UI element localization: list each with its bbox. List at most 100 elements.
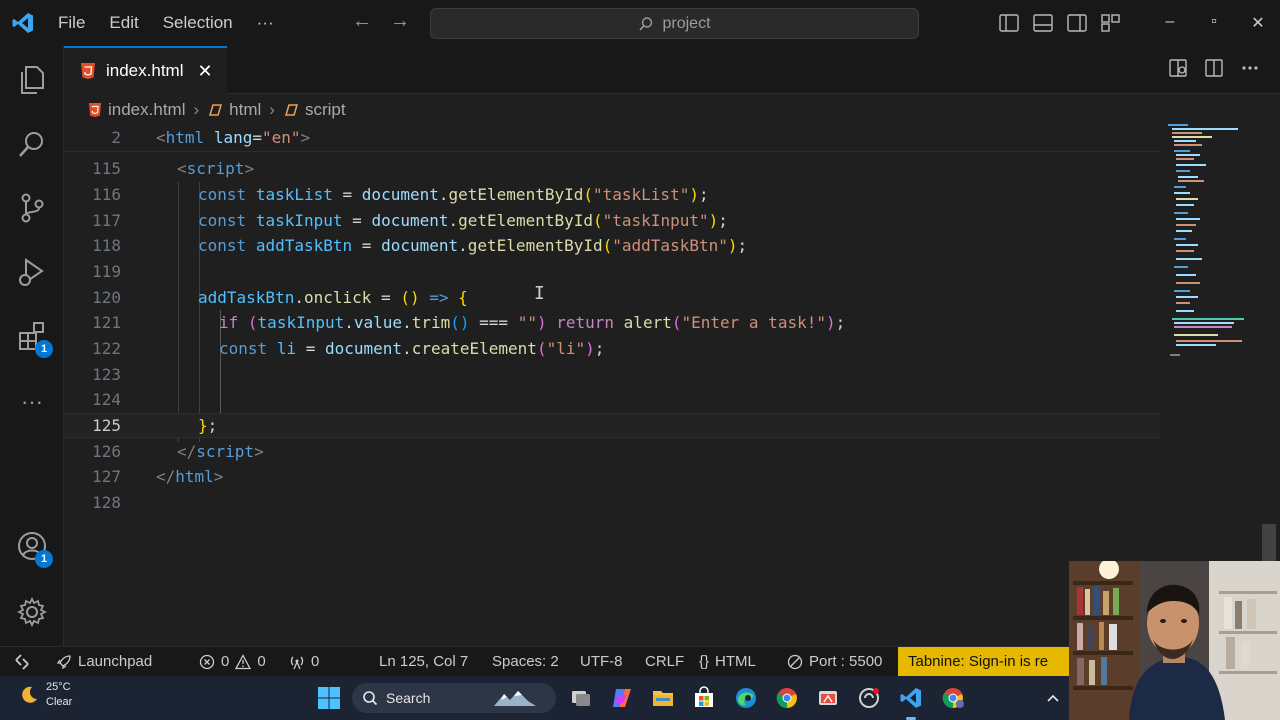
code-line-123[interactable]: 123 <box>64 362 1160 387</box>
snipping-tool-icon[interactable] <box>812 682 844 714</box>
taskbar-search[interactable]: Search <box>352 683 556 713</box>
windows-start-icon[interactable] <box>313 682 345 714</box>
code-line-117[interactable]: 117 const taskInput = document.getElemen… <box>64 208 1160 233</box>
symbol-element-icon <box>209 104 223 116</box>
microsoft-store-icon[interactable] <box>688 682 720 714</box>
port-label: Port : 5500 <box>809 653 883 670</box>
code-line-126[interactable]: 126 </script> <box>64 439 1160 464</box>
code-line-119[interactable]: 119 <box>64 259 1160 284</box>
activity-bar: 1 ··· 1 <box>0 46 64 646</box>
code-text: <script> <box>177 159 255 178</box>
toggle-panel-icon[interactable] <box>1026 0 1060 46</box>
code-line-115[interactable]: 115 <script> <box>64 156 1160 181</box>
problems-status[interactable]: 0 0 <box>199 647 266 676</box>
code-line-118[interactable]: 118 const addTaskBtn = document.getEleme… <box>64 233 1160 258</box>
settings-gear-icon[interactable] <box>0 584 64 640</box>
code-line-121[interactable]: 121 if (taskInput.value.trim() === "") r… <box>64 310 1160 335</box>
accounts-icon[interactable]: 1 <box>0 518 64 574</box>
tab-label: index.html <box>106 61 184 80</box>
more-views-icon[interactable]: ··· <box>0 374 64 430</box>
no-entry-icon <box>787 654 803 669</box>
code-line-128[interactable]: 128 <box>64 490 1160 515</box>
minimap[interactable] <box>1164 122 1254 372</box>
moon-icon <box>22 686 37 703</box>
cursor-position[interactable]: Ln 125, Col 7 <box>379 647 468 676</box>
line-number: 117 <box>92 211 121 230</box>
copilot-icon[interactable] <box>606 682 638 714</box>
remote-indicator-icon[interactable] <box>0 647 44 676</box>
line-number: 127 <box>92 467 121 486</box>
split-editor-icon[interactable] <box>1204 58 1224 78</box>
breadcrumb-script[interactable]: script <box>305 100 346 120</box>
code-line-116[interactable]: 116 const taskList = document.getElement… <box>64 182 1160 207</box>
chevron-up-icon[interactable] <box>1037 682 1069 714</box>
breadcrumb-html[interactable]: html <box>229 100 261 120</box>
vertical-scrollbar-thumb[interactable] <box>1262 524 1276 562</box>
github-desktop-icon[interactable] <box>853 682 885 714</box>
launchpad-status[interactable]: Launchpad <box>56 647 152 676</box>
live-server-port[interactable]: Port : 5500 <box>787 647 882 676</box>
chrome-profile-icon[interactable] <box>937 682 969 714</box>
vscode-taskbar-icon[interactable] <box>895 682 927 714</box>
editor-tab-bar: index.html ✕ <box>64 46 1280 94</box>
back-arrow-icon[interactable]: ← <box>352 10 372 33</box>
command-center-search[interactable]: project <box>430 8 919 39</box>
code-line-120[interactable]: 120 addTaskBtn.onclick = () => { <box>64 285 1160 310</box>
menu-bar: File Edit Selection ··· <box>46 13 286 33</box>
more-actions-icon[interactable] <box>1240 58 1260 78</box>
eol-status[interactable]: CRLF <box>645 647 684 676</box>
code-text: </script> <box>177 442 264 461</box>
run-debug-icon[interactable] <box>0 244 64 300</box>
edge-browser-icon[interactable] <box>730 682 762 714</box>
tabnine-status[interactable]: Tabnine: Sign-in is re <box>898 647 1070 676</box>
close-window-button[interactable]: ✕ <box>1236 13 1280 33</box>
open-preview-icon[interactable] <box>1168 58 1188 78</box>
menu-selection[interactable]: Selection <box>151 13 245 33</box>
search-icon <box>363 691 378 706</box>
chevron-right-icon: › <box>269 100 275 119</box>
errors-count: 0 <box>221 653 230 670</box>
code-line-122[interactable]: 122 const li = document.createElement("l… <box>64 336 1160 361</box>
search-label: project <box>662 14 711 32</box>
restore-button[interactable]: ▫ <box>1192 13 1236 33</box>
code-editor[interactable]: 2 <html lang="en"> 115 <script> 116 cons… <box>64 124 1164 644</box>
customize-layout-icon[interactable] <box>1094 0 1128 46</box>
code-text: const li = document.createElement("li"); <box>219 339 605 358</box>
menu-more[interactable]: ··· <box>245 13 286 33</box>
error-icon <box>199 654 215 669</box>
toggle-primary-sidebar-icon[interactable] <box>992 0 1026 46</box>
vscode-logo-icon <box>0 0 46 46</box>
tab-index-html[interactable]: index.html ✕ <box>64 46 227 94</box>
code-line: <html lang="en"> <box>156 128 311 147</box>
indentation-status[interactable]: Spaces: 2 <box>492 647 559 676</box>
braces-icon: {} <box>699 653 710 670</box>
menu-file[interactable]: File <box>46 13 97 33</box>
warning-icon <box>235 653 252 669</box>
explorer-icon[interactable] <box>0 52 64 108</box>
search-view-icon[interactable] <box>0 116 64 172</box>
code-line-124[interactable]: 124 <box>64 387 1160 412</box>
toggle-secondary-sidebar-icon[interactable] <box>1060 0 1094 46</box>
sticky-scroll-line[interactable]: 2 <html lang="en"> <box>64 125 1160 150</box>
code-line-125-current[interactable]: 125 }; <box>64 413 1160 438</box>
minimize-button[interactable]: – <box>1148 13 1192 33</box>
extensions-icon[interactable]: 1 <box>0 308 64 364</box>
source-control-icon[interactable] <box>0 180 64 236</box>
chrome-browser-icon[interactable] <box>771 682 803 714</box>
menu-edit[interactable]: Edit <box>97 13 150 33</box>
task-view-icon[interactable] <box>565 682 597 714</box>
line-number: 119 <box>92 262 121 281</box>
tab-close-icon[interactable]: ✕ <box>197 61 212 82</box>
accounts-badge: 1 <box>35 550 53 568</box>
breadcrumb-file[interactable]: index.html <box>108 100 185 120</box>
code-line-127[interactable]: 127 </html> <box>64 464 1160 489</box>
file-explorer-icon[interactable] <box>647 682 679 714</box>
weather-widget[interactable]: 25°C Clear <box>18 680 72 710</box>
encoding-status[interactable]: UTF-8 <box>580 647 623 676</box>
radio-tower-icon <box>290 656 304 669</box>
ports-status[interactable]: 0 <box>289 647 319 676</box>
code-text: </html> <box>156 467 224 486</box>
html5-file-icon <box>88 103 102 117</box>
forward-arrow-icon[interactable]: → <box>390 10 410 33</box>
language-mode[interactable]: {} HTML <box>699 647 756 676</box>
